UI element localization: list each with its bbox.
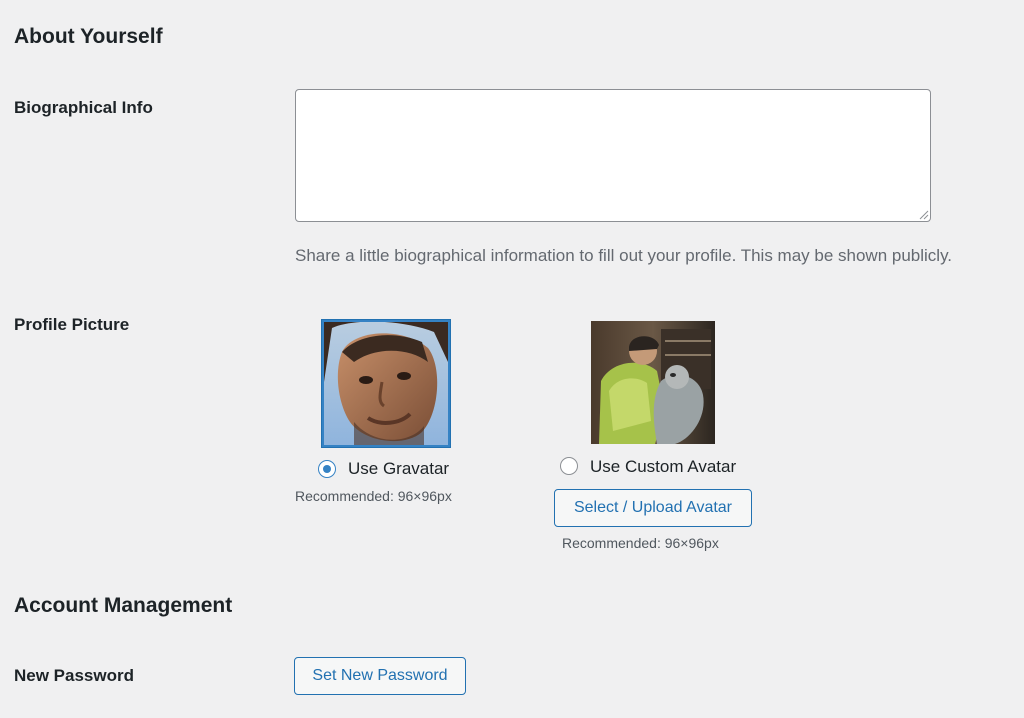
- custom-avatar-image[interactable]: [591, 321, 715, 444]
- about-yourself-heading: About Yourself: [14, 25, 163, 48]
- textarea-resize-handle[interactable]: [919, 210, 929, 220]
- select-upload-avatar-button[interactable]: Select / Upload Avatar: [554, 489, 752, 527]
- use-gravatar-radio[interactable]: [318, 460, 336, 478]
- set-new-password-button[interactable]: Set New Password: [294, 657, 466, 695]
- use-custom-avatar-label[interactable]: Use Custom Avatar: [590, 457, 736, 477]
- gravatar-recommended-size: Recommended: 96×96px: [295, 488, 452, 504]
- profile-picture-label: Profile Picture: [14, 315, 130, 334]
- custom-avatar-recommended-size: Recommended: 96×96px: [562, 535, 719, 551]
- use-gravatar-label[interactable]: Use Gravatar: [348, 459, 449, 479]
- new-password-label: New Password: [14, 666, 134, 685]
- biographical-info-textarea[interactable]: [295, 89, 931, 222]
- biographical-info-label: Biographical Info: [14, 98, 153, 117]
- biographical-info-description: Share a little biographical information …: [295, 246, 953, 265]
- account-management-heading: Account Management: [14, 594, 233, 617]
- use-custom-avatar-radio[interactable]: [560, 457, 578, 475]
- gravatar-avatar-image[interactable]: [322, 320, 450, 447]
